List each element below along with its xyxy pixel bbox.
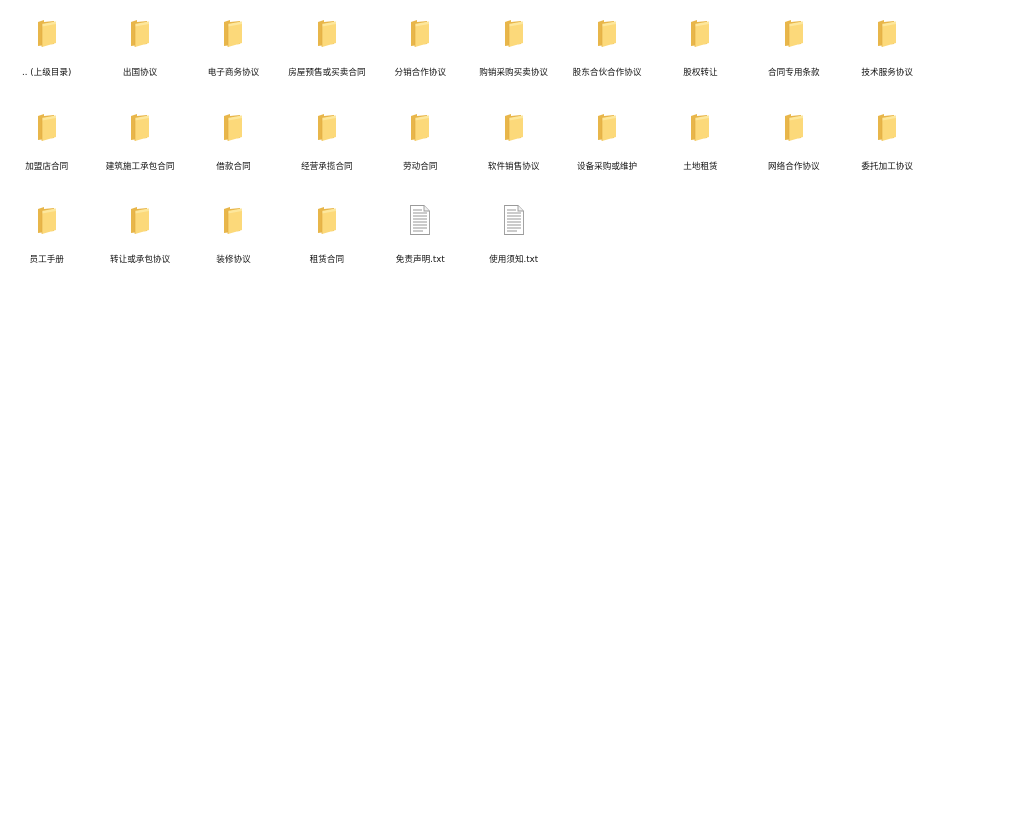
folder-icon bbox=[878, 20, 897, 47]
folder-item[interactable]: 转让或承包协议 bbox=[93, 187, 186, 281]
folder-icon bbox=[691, 113, 710, 141]
folder-item[interactable]: 软件销售协议 bbox=[467, 94, 560, 188]
folder-item[interactable]: 股东合伙合作协议 bbox=[560, 0, 653, 94]
item-label: 房屋预售或买卖合同 bbox=[288, 68, 366, 78]
item-label: 免责声明.txt bbox=[395, 255, 445, 265]
folder-icon bbox=[878, 113, 897, 141]
item-label: 股权转让 bbox=[683, 68, 718, 78]
item-label: 电子商务协议 bbox=[207, 68, 260, 78]
item-label: 分销合作协议 bbox=[394, 68, 447, 78]
item-label: 出国协议 bbox=[122, 68, 158, 78]
item-label: 合同专用条款 bbox=[768, 68, 820, 78]
text-file-icon bbox=[503, 205, 524, 235]
file-grid: .. (上级目录) 出国协议 电子商务协议 房屋预售或买卖合同 分销合作协议 购… bbox=[0, 0, 1024, 281]
folder-icon bbox=[131, 207, 150, 234]
folder-item[interactable]: 购销采购买卖协议 bbox=[467, 0, 560, 94]
folder-item[interactable]: 员工手册 bbox=[0, 187, 93, 281]
folder-item[interactable]: 分销合作协议 bbox=[374, 0, 467, 94]
folder-icon bbox=[784, 20, 803, 47]
item-label: .. (上级目录) bbox=[22, 68, 72, 78]
item-label: 软件销售协议 bbox=[487, 161, 540, 172]
item-label: 装修协议 bbox=[216, 255, 251, 265]
item-label: 劳动合同 bbox=[403, 161, 438, 172]
folder-item[interactable]: 劳动合同 bbox=[374, 94, 467, 188]
item-label: 转让或承包协议 bbox=[110, 255, 171, 265]
folder-icon bbox=[598, 20, 617, 47]
folder-icon bbox=[784, 113, 803, 141]
item-label: 加盟店合同 bbox=[25, 161, 69, 172]
folder-icon bbox=[411, 20, 430, 47]
folder-item[interactable]: 技术服务协议 bbox=[841, 0, 934, 94]
folder-item[interactable]: 出国协议 bbox=[93, 0, 186, 94]
folder-item[interactable]: 装修协议 bbox=[187, 187, 280, 281]
item-label: 网络合作协议 bbox=[768, 161, 820, 172]
item-label: 技术服务协议 bbox=[861, 68, 913, 78]
folder-icon bbox=[504, 113, 523, 141]
item-label: 经营承揽合同 bbox=[301, 161, 353, 172]
folder-icon bbox=[598, 113, 617, 141]
item-label: 股东合伙合作协议 bbox=[572, 68, 642, 78]
folder-item[interactable]: 电子商务协议 bbox=[187, 0, 280, 94]
item-label: 借款合同 bbox=[216, 161, 251, 172]
folder-icon bbox=[691, 20, 710, 47]
folder-icon bbox=[224, 207, 243, 234]
folder-item[interactable]: 加盟店合同 bbox=[0, 94, 93, 188]
item-label: 租赁合同 bbox=[309, 255, 345, 265]
folder-item[interactable]: 租赁合同 bbox=[280, 187, 373, 281]
item-label: 建筑施工承包合同 bbox=[105, 161, 175, 172]
folder-item[interactable]: 股权转让 bbox=[654, 0, 747, 94]
folder-icon bbox=[37, 20, 56, 47]
folder-item[interactable]: 房屋预售或买卖合同 bbox=[280, 0, 373, 94]
folder-icon bbox=[224, 113, 243, 141]
folder-icon bbox=[131, 20, 150, 47]
folder-item[interactable]: 经营承揽合同 bbox=[280, 94, 373, 188]
folder-item[interactable]: 借款合同 bbox=[187, 94, 280, 188]
folder-icon bbox=[224, 20, 243, 47]
item-label: 委托加工协议 bbox=[861, 161, 913, 172]
folder-item[interactable]: 网络合作协议 bbox=[747, 94, 840, 188]
folder-icon bbox=[37, 113, 56, 141]
folder-item[interactable]: 委托加工协议 bbox=[841, 94, 934, 188]
folder-item[interactable]: 设备采购或维护 bbox=[560, 94, 653, 188]
folder-icon bbox=[317, 20, 336, 47]
file-item[interactable]: 使用须知.txt bbox=[467, 187, 560, 281]
item-label: 购销采购买卖协议 bbox=[479, 68, 549, 78]
item-label: 土地租赁 bbox=[683, 161, 718, 172]
file-item[interactable]: 免责声明.txt bbox=[374, 187, 467, 281]
folder-item[interactable]: .. (上级目录) bbox=[0, 0, 93, 94]
folder-item[interactable]: 土地租赁 bbox=[654, 94, 747, 188]
folder-icon bbox=[317, 113, 336, 141]
item-label: 设备采购或维护 bbox=[576, 161, 638, 172]
folder-icon bbox=[504, 20, 523, 47]
folder-item[interactable]: 建筑施工承包合同 bbox=[93, 94, 186, 188]
item-label: 员工手册 bbox=[29, 255, 64, 265]
text-file-icon bbox=[410, 205, 431, 235]
folder-icon bbox=[37, 207, 56, 234]
folder-item[interactable]: 合同专用条款 bbox=[747, 0, 840, 94]
folder-icon bbox=[131, 113, 150, 141]
folder-icon bbox=[411, 113, 430, 141]
item-label: 使用须知.txt bbox=[489, 255, 539, 265]
folder-icon bbox=[317, 207, 336, 234]
